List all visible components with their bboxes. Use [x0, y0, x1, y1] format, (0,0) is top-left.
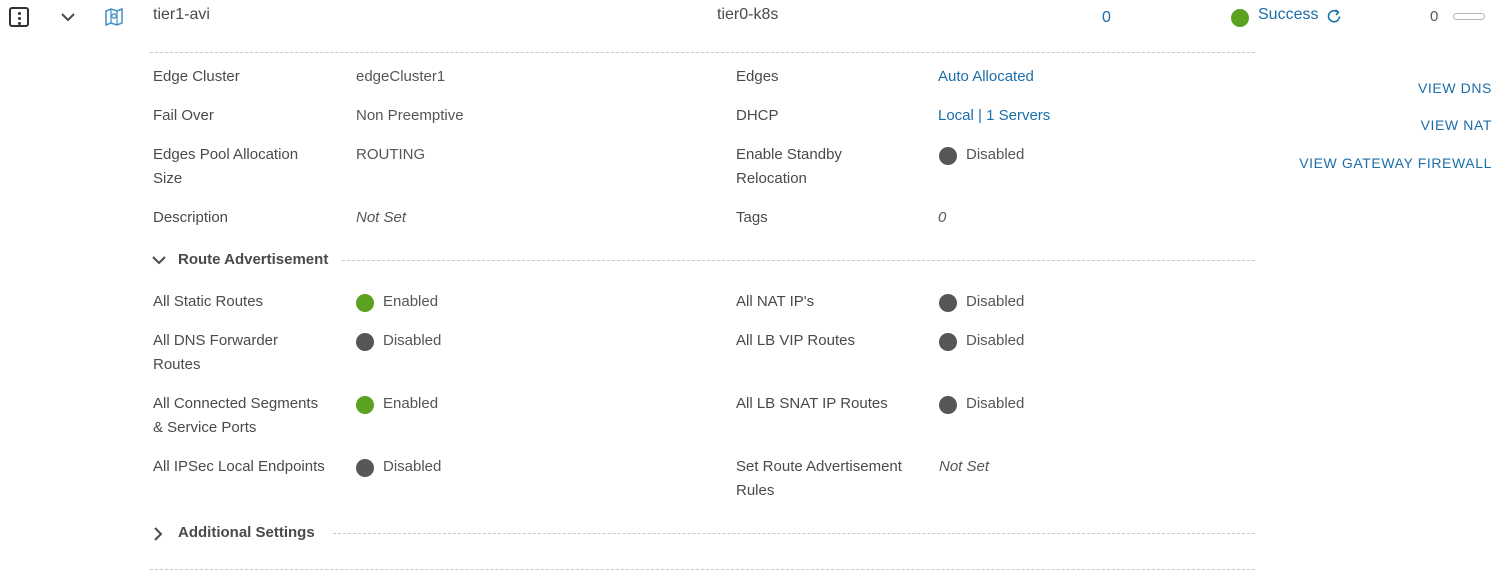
label-line-2: Rules: [736, 482, 775, 499]
description-label: Description: [153, 209, 229, 226]
status-disabled-icon: [939, 294, 957, 312]
edge-cluster-label: Edge Cluster: [153, 68, 240, 85]
status-enabled-icon: [356, 294, 374, 312]
status-disabled-icon: [356, 333, 374, 351]
edges-pool-allocation-size-label: Edges Pool Allocation Size: [153, 143, 298, 191]
set-route-advertisement-rules-value: Not Set: [939, 458, 990, 475]
all-static-routes-label: All Static Routes: [153, 293, 264, 310]
status-disabled-icon: [939, 333, 957, 351]
description-value: Not Set: [356, 209, 407, 226]
status-disabled-icon: [356, 459, 374, 477]
tags-value: 0: [938, 209, 947, 226]
tags-label: Tags: [736, 209, 768, 226]
enable-standby-relocation-label: Enable Standby Relocation: [736, 143, 842, 191]
edge-cluster-value: edgeCluster1: [356, 68, 446, 85]
alarms-bar: [1453, 13, 1485, 20]
chevron-down-icon[interactable]: [151, 254, 167, 266]
all-nat-ips-label: All NAT IP's: [736, 293, 815, 310]
label-line-2: Relocation: [736, 170, 807, 187]
collapse-chevron-down-icon[interactable]: [60, 11, 76, 23]
all-dns-forwarder-routes-label: All DNS Forwarder Routes: [153, 329, 278, 377]
all-connected-segments-value: Enabled: [383, 395, 439, 412]
edges-auto-allocated-link[interactable]: Auto Allocated: [938, 65, 1034, 89]
row-actions-menu-icon[interactable]: [9, 7, 29, 27]
status-disabled-icon: [939, 147, 957, 165]
all-lb-vip-routes-value: Disabled: [966, 332, 1025, 349]
alarms-count: 0: [1430, 8, 1439, 25]
gateway-map-icon: [105, 7, 123, 27]
row-divider: [150, 52, 1255, 53]
all-lb-snat-ip-routes-label: All LB SNAT IP Routes: [736, 395, 888, 412]
label-line-2: Routes: [153, 356, 201, 373]
count-link[interactable]: 0: [1102, 9, 1111, 27]
edges-label: Edges: [736, 68, 779, 85]
view-gateway-firewall-link[interactable]: VIEW GATEWAY FIREWALL: [1299, 155, 1492, 171]
row-divider: [150, 569, 1255, 570]
dhcp-label: DHCP: [736, 107, 779, 124]
label-line-1: All Connected Segments: [153, 395, 319, 412]
all-lb-vip-routes-label: All LB VIP Routes: [736, 332, 855, 349]
label-line-1: Edges Pool Allocation: [153, 146, 299, 163]
fail-over-value: Non Preemptive: [356, 107, 464, 124]
additional-settings-title[interactable]: Additional Settings: [178, 522, 315, 544]
all-ipsec-local-endpoints-value: Disabled: [383, 458, 442, 475]
chevron-right-icon[interactable]: [152, 526, 164, 542]
refresh-icon[interactable]: [1326, 8, 1343, 25]
fail-over-label: Fail Over: [153, 107, 214, 124]
dhcp-servers-link[interactable]: Local | 1 Servers: [938, 104, 1050, 128]
view-dns-link[interactable]: VIEW DNS: [1418, 80, 1492, 96]
label-line-2: & Service Ports: [153, 419, 257, 436]
section-divider: [342, 260, 1255, 261]
label-line-2: Size: [153, 170, 183, 187]
status-text[interactable]: Success: [1258, 6, 1318, 24]
linked-tier0-gateway: tier0-k8s: [717, 6, 779, 23]
label-line-1: Set Route Advertisement: [736, 458, 902, 475]
all-nat-ips-value: Disabled: [966, 293, 1025, 310]
status-disabled-icon: [939, 396, 957, 414]
all-dns-forwarder-routes-value: Disabled: [383, 332, 442, 349]
section-divider: [333, 533, 1255, 534]
gateway-name: tier1-avi: [153, 6, 210, 23]
all-connected-segments-label: All Connected Segments & Service Ports: [153, 392, 318, 440]
label-line-1: Enable Standby: [736, 146, 842, 163]
label-line-1: All DNS Forwarder: [153, 332, 279, 349]
all-ipsec-local-endpoints-label: All IPSec Local Endpoints: [153, 458, 325, 475]
status-enabled-icon: [356, 396, 374, 414]
route-advertisement-title[interactable]: Route Advertisement: [178, 249, 328, 271]
view-nat-link[interactable]: VIEW NAT: [1421, 117, 1492, 133]
set-route-advertisement-rules-label: Set Route Advertisement Rules: [736, 455, 902, 503]
enable-standby-relocation-value: Disabled: [966, 146, 1025, 163]
all-lb-snat-ip-routes-value: Disabled: [966, 395, 1025, 412]
status-success-icon: [1231, 9, 1249, 27]
edges-pool-allocation-size-value: ROUTING: [356, 146, 426, 163]
all-static-routes-value: Enabled: [383, 293, 439, 310]
